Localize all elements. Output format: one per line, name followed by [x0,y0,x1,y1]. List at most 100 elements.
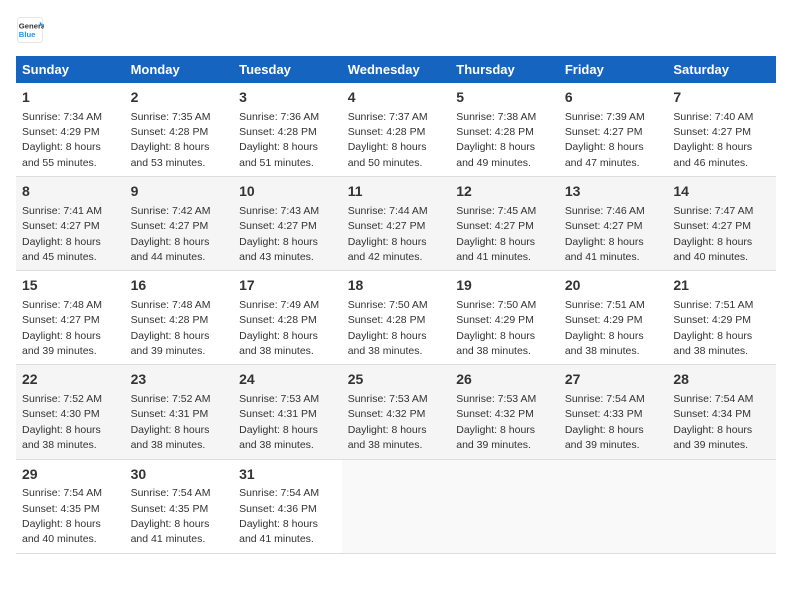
day-number: 16 [131,276,228,296]
day-cell: 10 Sunrise: 7:43 AMSunset: 4:27 PMDaylig… [233,177,342,271]
day-number: 25 [348,370,445,390]
day-cell: 6 Sunrise: 7:39 AMSunset: 4:27 PMDayligh… [559,83,668,177]
calendar-table: SundayMondayTuesdayWednesdayThursdayFrid… [16,56,776,554]
svg-text:Blue: Blue [19,30,36,39]
day-cell: 19 Sunrise: 7:50 AMSunset: 4:29 PMDaylig… [450,271,559,365]
day-number: 9 [131,182,228,202]
day-number: 23 [131,370,228,390]
day-cell: 24 Sunrise: 7:53 AMSunset: 4:31 PMDaylig… [233,365,342,459]
day-info: Sunrise: 7:48 AMSunset: 4:27 PMDaylight:… [22,299,102,357]
week-row-3: 15 Sunrise: 7:48 AMSunset: 4:27 PMDaylig… [16,271,776,365]
day-info: Sunrise: 7:54 AMSunset: 4:36 PMDaylight:… [239,487,319,545]
day-cell: 13 Sunrise: 7:46 AMSunset: 4:27 PMDaylig… [559,177,668,271]
day-info: Sunrise: 7:52 AMSunset: 4:31 PMDaylight:… [131,393,211,451]
day-info: Sunrise: 7:50 AMSunset: 4:28 PMDaylight:… [348,299,428,357]
day-info: Sunrise: 7:47 AMSunset: 4:27 PMDaylight:… [673,205,753,263]
day-cell: 11 Sunrise: 7:44 AMSunset: 4:27 PMDaylig… [342,177,451,271]
day-number: 10 [239,182,336,202]
day-info: Sunrise: 7:54 AMSunset: 4:33 PMDaylight:… [565,393,645,451]
day-cell [667,459,776,553]
day-number: 4 [348,88,445,108]
day-number: 3 [239,88,336,108]
day-number: 15 [22,276,119,296]
week-row-5: 29 Sunrise: 7:54 AMSunset: 4:35 PMDaylig… [16,459,776,553]
day-info: Sunrise: 7:54 AMSunset: 4:35 PMDaylight:… [131,487,211,545]
day-info: Sunrise: 7:43 AMSunset: 4:27 PMDaylight:… [239,205,319,263]
day-info: Sunrise: 7:38 AMSunset: 4:28 PMDaylight:… [456,111,536,169]
day-number: 26 [456,370,553,390]
day-number: 31 [239,465,336,485]
day-info: Sunrise: 7:46 AMSunset: 4:27 PMDaylight:… [565,205,645,263]
day-info: Sunrise: 7:36 AMSunset: 4:28 PMDaylight:… [239,111,319,169]
week-row-2: 8 Sunrise: 7:41 AMSunset: 4:27 PMDayligh… [16,177,776,271]
day-cell: 7 Sunrise: 7:40 AMSunset: 4:27 PMDayligh… [667,83,776,177]
day-info: Sunrise: 7:49 AMSunset: 4:28 PMDaylight:… [239,299,319,357]
day-cell: 20 Sunrise: 7:51 AMSunset: 4:29 PMDaylig… [559,271,668,365]
day-cell: 1 Sunrise: 7:34 AMSunset: 4:29 PMDayligh… [16,83,125,177]
day-cell: 26 Sunrise: 7:53 AMSunset: 4:32 PMDaylig… [450,365,559,459]
day-info: Sunrise: 7:54 AMSunset: 4:35 PMDaylight:… [22,487,102,545]
day-cell: 4 Sunrise: 7:37 AMSunset: 4:28 PMDayligh… [342,83,451,177]
day-info: Sunrise: 7:41 AMSunset: 4:27 PMDaylight:… [22,205,102,263]
day-cell: 5 Sunrise: 7:38 AMSunset: 4:28 PMDayligh… [450,83,559,177]
day-number: 24 [239,370,336,390]
day-cell: 31 Sunrise: 7:54 AMSunset: 4:36 PMDaylig… [233,459,342,553]
week-row-4: 22 Sunrise: 7:52 AMSunset: 4:30 PMDaylig… [16,365,776,459]
day-cell: 8 Sunrise: 7:41 AMSunset: 4:27 PMDayligh… [16,177,125,271]
page-header: General Blue [16,16,776,44]
day-info: Sunrise: 7:50 AMSunset: 4:29 PMDaylight:… [456,299,536,357]
day-cell: 2 Sunrise: 7:35 AMSunset: 4:28 PMDayligh… [125,83,234,177]
header-saturday: Saturday [667,56,776,83]
day-number: 1 [22,88,119,108]
day-number: 30 [131,465,228,485]
day-number: 29 [22,465,119,485]
day-cell: 22 Sunrise: 7:52 AMSunset: 4:30 PMDaylig… [16,365,125,459]
day-info: Sunrise: 7:54 AMSunset: 4:34 PMDaylight:… [673,393,753,451]
header-sunday: Sunday [16,56,125,83]
day-cell: 25 Sunrise: 7:53 AMSunset: 4:32 PMDaylig… [342,365,451,459]
day-info: Sunrise: 7:42 AMSunset: 4:27 PMDaylight:… [131,205,211,263]
day-number: 14 [673,182,770,202]
day-info: Sunrise: 7:37 AMSunset: 4:28 PMDaylight:… [348,111,428,169]
day-cell: 27 Sunrise: 7:54 AMSunset: 4:33 PMDaylig… [559,365,668,459]
day-number: 2 [131,88,228,108]
day-info: Sunrise: 7:35 AMSunset: 4:28 PMDaylight:… [131,111,211,169]
logo-icon: General Blue [16,16,44,44]
day-info: Sunrise: 7:40 AMSunset: 4:27 PMDaylight:… [673,111,753,169]
day-number: 28 [673,370,770,390]
day-number: 7 [673,88,770,108]
logo: General Blue [16,16,48,44]
day-info: Sunrise: 7:45 AMSunset: 4:27 PMDaylight:… [456,205,536,263]
day-number: 5 [456,88,553,108]
day-cell [450,459,559,553]
day-cell: 16 Sunrise: 7:48 AMSunset: 4:28 PMDaylig… [125,271,234,365]
day-cell: 23 Sunrise: 7:52 AMSunset: 4:31 PMDaylig… [125,365,234,459]
day-info: Sunrise: 7:34 AMSunset: 4:29 PMDaylight:… [22,111,102,169]
week-row-1: 1 Sunrise: 7:34 AMSunset: 4:29 PMDayligh… [16,83,776,177]
day-cell: 28 Sunrise: 7:54 AMSunset: 4:34 PMDaylig… [667,365,776,459]
day-number: 8 [22,182,119,202]
day-number: 6 [565,88,662,108]
day-cell [342,459,451,553]
day-cell: 18 Sunrise: 7:50 AMSunset: 4:28 PMDaylig… [342,271,451,365]
day-cell: 30 Sunrise: 7:54 AMSunset: 4:35 PMDaylig… [125,459,234,553]
day-info: Sunrise: 7:48 AMSunset: 4:28 PMDaylight:… [131,299,211,357]
day-cell [559,459,668,553]
day-number: 19 [456,276,553,296]
day-cell: 14 Sunrise: 7:47 AMSunset: 4:27 PMDaylig… [667,177,776,271]
day-number: 20 [565,276,662,296]
day-info: Sunrise: 7:53 AMSunset: 4:32 PMDaylight:… [456,393,536,451]
day-info: Sunrise: 7:53 AMSunset: 4:32 PMDaylight:… [348,393,428,451]
day-info: Sunrise: 7:51 AMSunset: 4:29 PMDaylight:… [565,299,645,357]
day-info: Sunrise: 7:51 AMSunset: 4:29 PMDaylight:… [673,299,753,357]
header-monday: Monday [125,56,234,83]
header-tuesday: Tuesday [233,56,342,83]
day-cell: 3 Sunrise: 7:36 AMSunset: 4:28 PMDayligh… [233,83,342,177]
header-wednesday: Wednesday [342,56,451,83]
day-info: Sunrise: 7:53 AMSunset: 4:31 PMDaylight:… [239,393,319,451]
day-number: 21 [673,276,770,296]
day-number: 18 [348,276,445,296]
day-cell: 15 Sunrise: 7:48 AMSunset: 4:27 PMDaylig… [16,271,125,365]
day-cell: 21 Sunrise: 7:51 AMSunset: 4:29 PMDaylig… [667,271,776,365]
day-number: 12 [456,182,553,202]
